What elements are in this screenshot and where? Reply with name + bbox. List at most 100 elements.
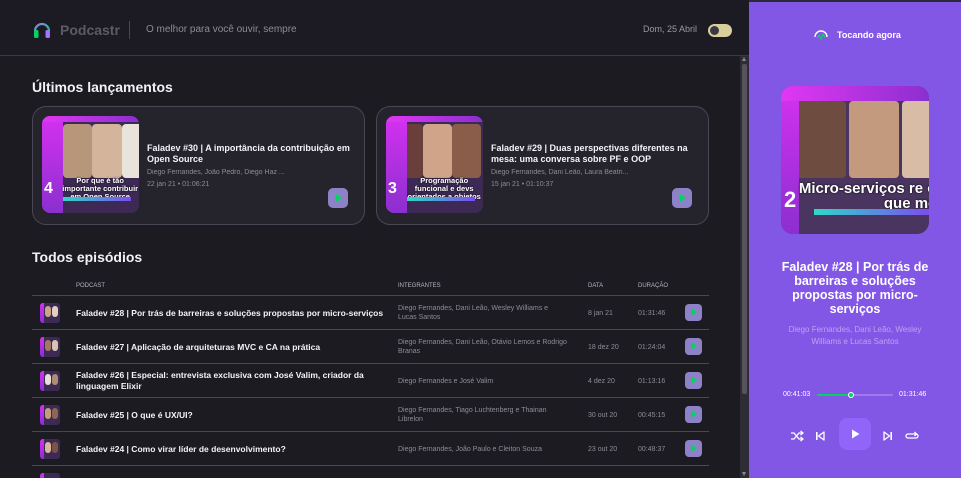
guest-photo: [92, 123, 122, 179]
row-members: Diego Fernandes, Tiago Luchtenberg e Tha…: [398, 407, 547, 423]
row-date: 23 out 20: [588, 445, 618, 453]
row-duration: 00:45:15: [638, 411, 666, 419]
row-members: Diego Fernandes, Dani Leão, Wesley Willi…: [398, 305, 549, 321]
row-duration: 01:31:46: [638, 309, 666, 317]
play-button[interactable]: [685, 338, 702, 355]
shuffle-icon: [791, 430, 804, 442]
row-date: 18 dez 20: [588, 343, 619, 351]
theme-toggle[interactable]: [708, 24, 732, 37]
all-episodes-heading: Todos episódios: [32, 249, 143, 265]
play-button[interactable]: [672, 188, 692, 208]
play-button[interactable]: [328, 188, 348, 208]
column-duration: DURAÇÃO: [638, 283, 669, 289]
play-button[interactable]: [685, 440, 702, 457]
latest-episode-card[interactable]: Programação funcional e devs orientados …: [376, 106, 709, 225]
cover-caption: Micro-serviços re o que me: [798, 179, 929, 213]
table-row[interactable]: Faladev #27 | Aplicação de arquiteturas …: [32, 330, 709, 364]
play-icon: [691, 376, 697, 384]
progress-handle[interactable]: [848, 392, 855, 398]
progress-fill: [817, 394, 852, 396]
scrollbar[interactable]: [740, 56, 749, 478]
episode-thumbnail[interactable]: Programação funcional e devs orientados …: [386, 116, 483, 213]
player-heading: Tocando agora: [837, 30, 901, 40]
row-title[interactable]: Faladev #25 | O que é UX/UI?: [76, 398, 386, 432]
row-members: Diego Fernandes e José Valim: [398, 377, 494, 385]
previous-icon: [816, 431, 825, 441]
progress-slider[interactable]: [817, 392, 893, 398]
table-row[interactable]: Faladev #28 | Por trás de barreiras e so…: [32, 296, 709, 330]
playing-title: Faladev #28 | Por trás de barreiras e so…: [781, 260, 929, 316]
table-row[interactable]: Faladev #26 | Especial: entrevista exclu…: [32, 364, 709, 398]
table-row[interactable]: Faladev #24 | Como virar líder de desenv…: [32, 432, 709, 466]
play-button[interactable]: [685, 406, 702, 423]
header-divider: [129, 21, 130, 39]
previous-button[interactable]: [812, 428, 828, 444]
episode-members: Diego Fernandes, Dani Leão, Laura Beatri…: [491, 169, 629, 176]
episode-cover: Micro-serviços re o que me 2: [781, 86, 929, 234]
tagline: O melhor para você ouvir, sempre: [146, 24, 297, 35]
play-icon: [336, 194, 342, 202]
episode-title[interactable]: Faladev #30 | A importância da contribui…: [147, 143, 353, 165]
episode-meta: 15 jan 21 • 01:10:37: [491, 181, 554, 188]
now-playing-icon: [814, 30, 828, 41]
latest-heading: Últimos lançamentos: [32, 79, 173, 95]
play-icon: [852, 429, 860, 439]
table-row[interactable]: Faladev #25 | O que é UX/UI? Diego Ferna…: [32, 398, 709, 432]
guest-photo: [63, 123, 93, 179]
play-button[interactable]: [685, 304, 702, 321]
play-icon: [691, 342, 697, 350]
headphones-icon: [33, 22, 51, 38]
latest-episode-card[interactable]: Por que é tão importante contribuir em O…: [32, 106, 365, 225]
row-title[interactable]: Faladev #28 | Por trás de barreiras e so…: [76, 296, 386, 330]
scroll-up-icon[interactable]: [742, 57, 746, 61]
episode-members: Diego Fernandes, João Pedro, Diego Haz .…: [147, 169, 285, 176]
row-title[interactable]: Faladev #26 | Especial: entrevista exclu…: [76, 364, 386, 398]
play-button[interactable]: [685, 372, 702, 389]
row-date: 4 dez 20: [588, 377, 615, 385]
toggle-knob: [710, 26, 719, 35]
row-thumbnail: [40, 473, 60, 478]
column-podcast: PODCAST: [76, 283, 106, 289]
column-date: DATA: [588, 283, 604, 289]
row-title[interactable]: Faladev #27 | Aplicação de arquiteturas …: [76, 330, 386, 364]
player-header: Tocando agora: [813, 28, 901, 42]
guest-photo: [795, 100, 847, 178]
row-thumbnail: [40, 371, 60, 391]
play-icon: [691, 308, 697, 316]
play-pause-button[interactable]: [839, 418, 871, 450]
row-thumbnail: [40, 337, 60, 357]
play-icon: [691, 444, 697, 452]
scroll-down-icon[interactable]: [742, 472, 746, 476]
guest-photo: [902, 100, 929, 178]
shuffle-button[interactable]: [789, 428, 805, 444]
scrollbar-thumb[interactable]: [742, 64, 747, 394]
guest-photo: [422, 123, 452, 179]
row-duration: 01:24:04: [638, 343, 666, 351]
next-button[interactable]: [880, 428, 896, 444]
table-row[interactable]: [32, 466, 709, 478]
next-icon: [883, 431, 892, 441]
header: Podcastr O melhor para você ouvir, sempr…: [0, 2, 749, 56]
total-time: 01:31:46: [899, 391, 927, 398]
main-content: Podcastr O melhor para você ouvir, sempr…: [0, 0, 749, 478]
row-date: 30 out 20: [588, 411, 618, 419]
episode-title[interactable]: Faladev #29 | Duas perspectivas diferent…: [491, 143, 697, 165]
play-icon: [691, 410, 697, 418]
episode-thumbnail[interactable]: Por que é tão importante contribuir em O…: [42, 116, 139, 213]
play-icon: [680, 194, 686, 202]
repeat-icon: [905, 431, 919, 439]
row-duration: 01:13:16: [638, 377, 666, 385]
current-time: 00:41:03: [783, 391, 811, 398]
row-members: Diego Fernandes, João Paulo e Cleiton So…: [398, 445, 542, 453]
playing-members: Diego Fernandes, Dani Leão, Wesley Willi…: [788, 325, 922, 346]
cover-number: 2: [783, 186, 797, 212]
repeat-button[interactable]: [904, 428, 920, 444]
row-members: Diego Fernandes, Dani Leão, Otávio Lemos…: [398, 339, 567, 355]
thumb-number: 4: [43, 180, 53, 198]
episode-meta: 22 jan 21 • 01:06:21: [147, 181, 210, 188]
table-header: PODCAST INTEGRANTES DATA DURAÇÃO: [32, 280, 709, 296]
guest-photo: [849, 100, 900, 178]
guest-photo: [121, 123, 139, 179]
thumb-number: 3: [387, 180, 397, 198]
row-title[interactable]: Faladev #24 | Como virar líder de desenv…: [76, 432, 386, 466]
